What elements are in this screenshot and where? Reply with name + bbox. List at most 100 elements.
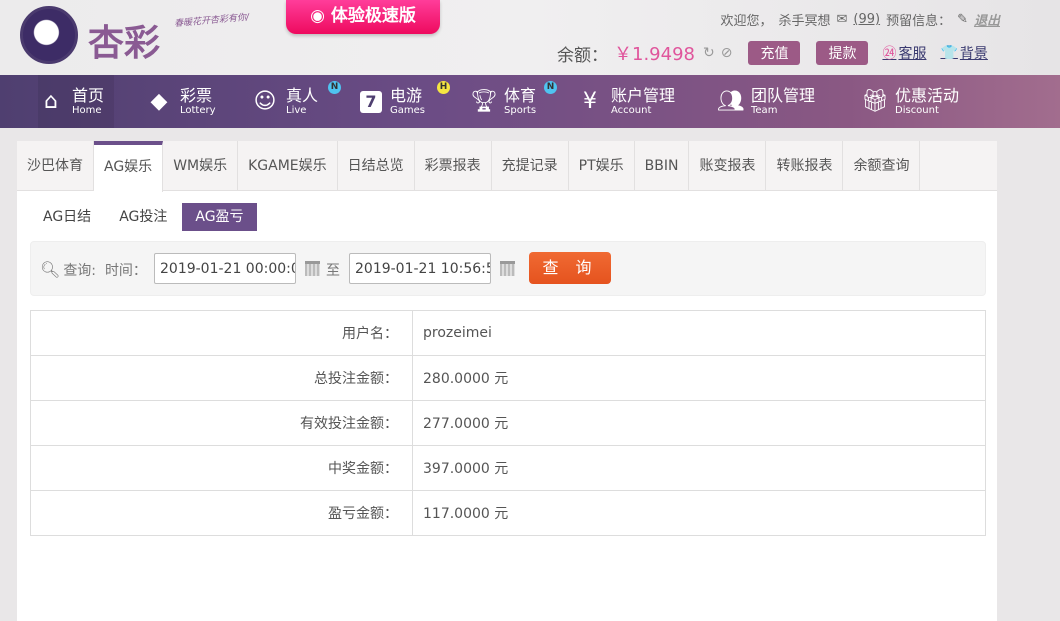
nav-label: 体育 (504, 85, 537, 105)
nav-label: 电游 (390, 85, 423, 105)
nav-sublabel: Account (611, 104, 652, 116)
calendar-icon[interactable] (500, 261, 515, 276)
shirt-icon: 👕 (940, 45, 958, 61)
to-label: 至 (326, 262, 340, 279)
nav-label: 首页 (72, 85, 105, 105)
subtab-ag-bets[interactable]: AG投注 (106, 203, 180, 231)
user-bar: 欢迎您， 杀手冥想 ✉ (99) 预留信息： ✎ 退出 (720, 10, 1000, 29)
nav-label: 团队管理 (751, 85, 816, 105)
row-value: 280.0000 元 (412, 355, 986, 401)
new-badge: N (544, 81, 557, 94)
balance-label: 余额： (557, 45, 608, 66)
logout-link[interactable]: 退出 (974, 10, 1000, 29)
tab-ag[interactable]: AG娱乐 (94, 141, 164, 192)
row-label: 盈亏金额： (30, 490, 413, 536)
logo-text[interactable]: 杏彩 (88, 14, 160, 66)
nav-label: 账户管理 (611, 85, 676, 105)
table-row: 有效投注金额： 277.0000 元 (30, 400, 986, 446)
background-label: 背景 (959, 46, 988, 62)
nav-sublabel: Discount (895, 104, 939, 116)
nav-sublabel: Home (72, 104, 102, 116)
seven-icon: 7 (360, 90, 382, 113)
nav-lottery[interactable]: ◆ 彩票 Lottery (146, 75, 216, 128)
end-time-input[interactable] (349, 253, 491, 284)
time-label: 时间： (104, 262, 147, 279)
nav-label: 彩票 (180, 85, 213, 105)
nav-sublabel: Team (751, 104, 778, 116)
nav-account[interactable]: ¥ 账户管理 Account (577, 75, 675, 128)
nav-live[interactable]: ☺ 真人 Live (252, 75, 318, 128)
profit-table: 用户名： prozeimei 总投注金额： 280.0000 元 有效投注金额： 27… (30, 310, 986, 536)
welcome-text: 欢迎您， (720, 14, 773, 29)
subtab-ag-profit[interactable]: AG盈亏 (182, 203, 257, 231)
messages-link[interactable]: (99) (853, 12, 880, 27)
withdraw-button[interactable]: 提款 (816, 41, 869, 65)
report-tabs: 沙巴体育 AG娱乐 WM娱乐 KGAME娱乐 日结总览 彩票报表 充提记录 PT… (17, 141, 997, 192)
yen-coin-icon: ¥ (583, 89, 597, 114)
reserved-info-label: 预留信息： (886, 14, 952, 29)
tab-saba-sports[interactable]: 沙巴体育 (17, 141, 94, 191)
refresh-icon[interactable]: ↻ (703, 45, 715, 61)
tab-balance-query[interactable]: 余额查询 (843, 141, 921, 191)
tab-lottery-report[interactable]: 彩票报表 (415, 141, 492, 191)
row-value: 277.0000 元 (412, 400, 986, 446)
mail-icon[interactable]: ✉ (836, 12, 847, 27)
nav-label: 真人 (286, 85, 319, 105)
hot-badge: H (437, 81, 450, 94)
nav-team[interactable]: 👥︎ 团队管理 Team (717, 75, 815, 128)
row-value: 117.0000 元 (412, 490, 986, 536)
logo-icon[interactable] (20, 6, 78, 64)
tab-kgame[interactable]: KGAME娱乐 (238, 141, 338, 191)
tab-pt[interactable]: PT娱乐 (569, 141, 635, 191)
query-button[interactable]: 查 询 (529, 252, 611, 284)
table-row: 总投注金额： 280.0000 元 (30, 355, 986, 401)
service-link[interactable]: ㉔客服 (882, 43, 926, 63)
background-link[interactable]: 👕 背景 (940, 43, 987, 63)
sub-tabs: AG日结 AG投注 AG盈亏 (30, 203, 259, 231)
row-label: 中奖金额： (30, 445, 413, 491)
promo-button[interactable]: ◉ 体验极速版 (286, 0, 440, 34)
query-label: 查询: (63, 262, 97, 279)
subtab-ag-daily[interactable]: AG日结 (30, 203, 104, 231)
trophy-icon: 🏆︎ (470, 89, 498, 114)
tab-transfer-report[interactable]: 转账报表 (766, 141, 844, 191)
team-icon: 👥︎ (717, 89, 745, 114)
tab-wm[interactable]: WM娱乐 (163, 141, 239, 191)
tab-daily-overview[interactable]: 日结总览 (338, 141, 415, 191)
hide-eye-icon[interactable]: ⊘ (721, 45, 733, 61)
edit-icon[interactable]: ✎ (957, 12, 968, 27)
nav-home[interactable]: ⌂ 首页 Home (38, 75, 115, 128)
gift-icon: 🎁︎ (861, 89, 889, 114)
row-value: prozeimei (412, 310, 986, 356)
service-label: 客服 (898, 46, 927, 62)
woman-icon: ☺ (253, 89, 277, 114)
headset-icon: ㉔ (882, 46, 897, 62)
tab-bbin[interactable]: BBIN (635, 141, 690, 191)
table-row: 中奖金额： 397.0000 元 (30, 445, 986, 491)
balance-bar: 余额： ￥1.9498 ↻ ⊘ 充值 提款 ㉔客服 👕 背景 (557, 40, 988, 66)
nav-sublabel: Games (390, 104, 425, 116)
tab-account-change[interactable]: 账变报表 (689, 141, 767, 191)
query-bar: 🔍︎查询: 时间： 至 查 询 (30, 241, 986, 296)
row-value: 397.0000 元 (412, 445, 986, 491)
promo-label: 体验极速版 (330, 6, 416, 26)
start-time-input[interactable] (154, 253, 296, 284)
tab-deposit-withdraw[interactable]: 充提记录 (492, 141, 569, 191)
nav-sublabel: Live (286, 104, 307, 116)
nav-sublabel: Lottery (180, 104, 216, 116)
query-label-group: 🔍︎ 查询: 时间： (40, 242, 147, 297)
header: 杏彩 春暖花开杏彩有你/ ◉ 体验极速版 欢迎您， 杀手冥想 ✉ (99) 预留… (0, 0, 1060, 75)
main-nav: ⌂ 首页 Home ◆ 彩票 Lottery ☺ 真人 Live N 7 电游 Games H … (0, 75, 1060, 128)
row-label: 有效投注金额： (30, 400, 413, 446)
nav-games[interactable]: 7 电游 Games (360, 75, 425, 128)
username: 杀手冥想 (778, 14, 831, 29)
nav-label: 优惠活动 (895, 85, 960, 105)
row-label: 总投注金额： (30, 355, 413, 401)
search-icon: 🔍︎ (40, 260, 61, 279)
slogan: 春暖花开杏彩有你/ (173, 12, 250, 30)
nav-discount[interactable]: 🎁︎ 优惠活动 Discount (861, 75, 959, 128)
calendar-icon[interactable] (305, 261, 320, 276)
recharge-button[interactable]: 充值 (748, 41, 801, 65)
content-panel: 沙巴体育 AG娱乐 WM娱乐 KGAME娱乐 日结总览 彩票报表 充提记录 PT… (17, 141, 997, 621)
nav-sports[interactable]: 🏆︎ 体育 Sports (470, 75, 536, 128)
